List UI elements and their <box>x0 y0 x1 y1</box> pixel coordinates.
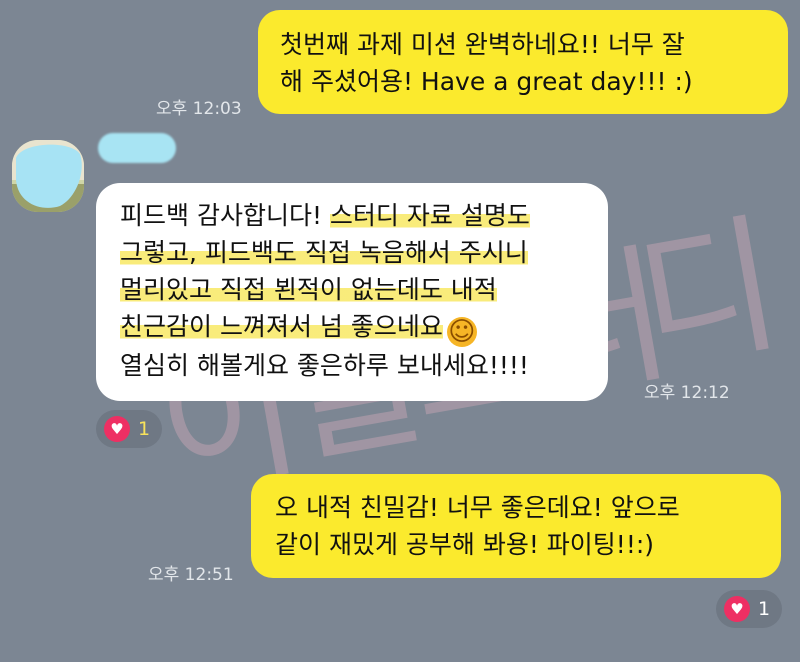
highlighted-text: 그렇고, 피드백도 직접 녹음해서 주시니 <box>120 238 528 267</box>
message-line: 열심히 해볼게요 좋은하루 보내세요!!!! <box>120 351 529 380</box>
reaction-count: 1 <box>138 418 151 440</box>
message-timestamp: 오후 12:51 <box>148 565 234 585</box>
reaction-badge[interactable]: ♥ 1 <box>716 590 783 628</box>
smiling-face-emoji: ☺ <box>446 317 477 347</box>
watermark-char: 디 <box>625 197 793 393</box>
highlighted-text: 스터디 자료 설명도 <box>329 201 530 230</box>
reaction-badge[interactable]: ♥ 1 <box>96 410 163 448</box>
message-line: 같이 재밌게 공부해 봐용! 파이팅!!:) <box>275 530 655 559</box>
message-text: 피드백 감사합니다! <box>120 201 330 230</box>
sender-name-redacted <box>98 133 176 163</box>
heart-icon: ♥ <box>104 416 130 442</box>
heart-icon: ♥ <box>724 596 750 622</box>
highlighted-text: 멀리있고 직접 뵌적이 없는데도 내적 <box>120 275 497 304</box>
message-line: 해 주셨어용! Have a great day!!! :) <box>280 67 693 96</box>
received-message-bubble[interactable]: 피드백 감사합니다! 스터디 자료 설명도 그렇고, 피드백도 직접 녹음해서 … <box>96 183 608 401</box>
message-line: 오 내적 친밀감! 너무 좋은데요! 앞으로 <box>275 493 680 522</box>
avatar[interactable] <box>12 140 84 212</box>
message-line: 첫번째 과제 미션 완벽하네요!! 너무 잘 <box>280 30 685 59</box>
message-timestamp: 오후 12:03 <box>156 99 242 119</box>
highlighted-text: 친근감이 느껴져서 넘 좋으네요 <box>120 312 443 341</box>
sent-message-bubble[interactable]: 오 내적 친밀감! 너무 좋은데요! 앞으로 같이 재밌게 공부해 봐용! 파이… <box>251 474 781 578</box>
reaction-count: 1 <box>758 598 771 620</box>
message-timestamp: 오후 12:12 <box>644 383 730 403</box>
sent-message-bubble[interactable]: 첫번째 과제 미션 완벽하네요!! 너무 잘 해 주셨어용! Have a gr… <box>258 10 788 114</box>
